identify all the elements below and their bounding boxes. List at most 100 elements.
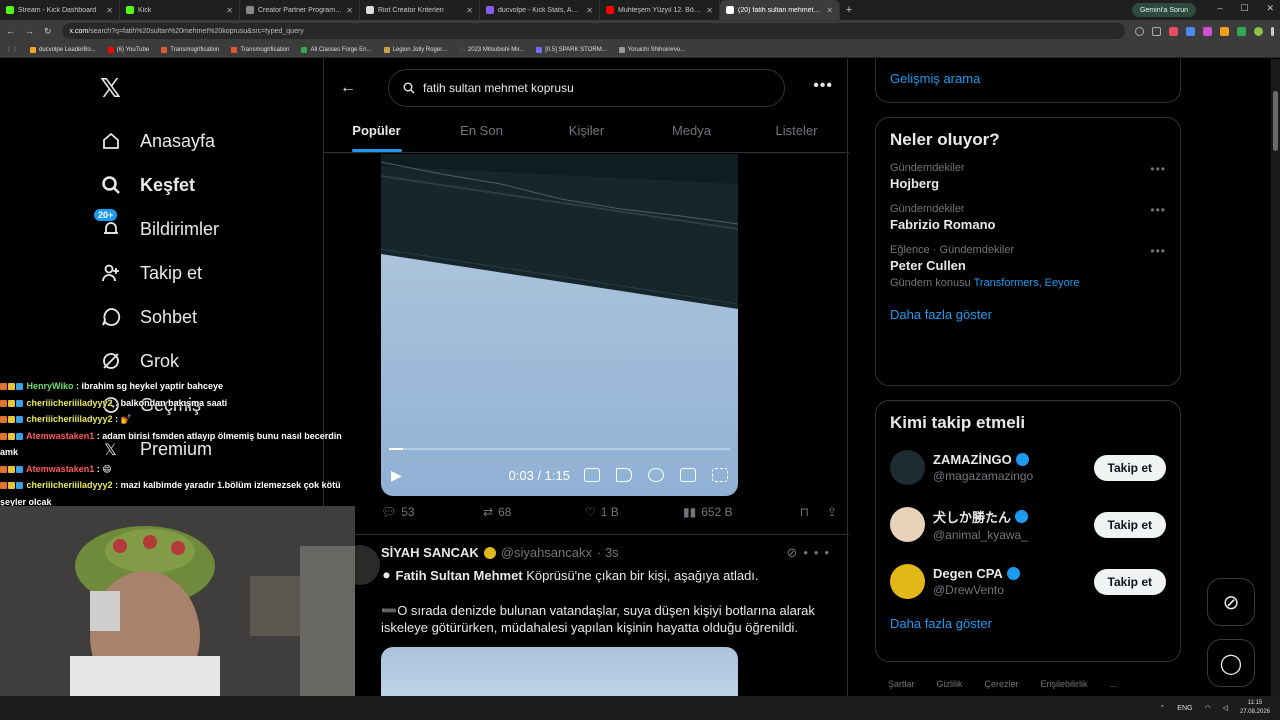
tab-close-icon[interactable]: ✕ xyxy=(106,6,113,15)
sidebar-item-search[interactable]: Keşfet xyxy=(100,163,219,207)
wifi-icon[interactable]: ◠ xyxy=(1204,704,1210,712)
profile-avatar[interactable] xyxy=(1254,26,1263,36)
sidebar-item-grok[interactable]: Grok xyxy=(100,339,219,383)
trend-sub-link[interactable]: Transformers, Eeyore xyxy=(974,277,1080,289)
avatar[interactable] xyxy=(890,564,925,599)
tweet[interactable]: SİYAH SANCAK @siyahsancakx · 3s ⊘••• ⚫ F… xyxy=(324,534,849,696)
footer-link[interactable]: Gizlilik xyxy=(937,679,963,689)
tweet-time[interactable]: · 3s xyxy=(597,545,619,560)
bookmark-item[interactable]: Legion Jolly Roger... xyxy=(383,46,447,53)
tab-4[interactable]: Listeler xyxy=(744,111,849,152)
menu-icon[interactable] xyxy=(1271,26,1274,36)
follow-name[interactable]: Degen CPA xyxy=(933,566,1094,581)
follow-button[interactable]: Takip et xyxy=(1093,568,1166,595)
volume-tray-icon[interactable]: ◁ xyxy=(1223,704,1228,712)
reply-button[interactable]: 💬︎ 53 xyxy=(381,505,483,519)
browser-tab[interactable]: Kick ✕ xyxy=(120,0,240,20)
trend-more-icon[interactable]: ••• xyxy=(1150,203,1166,217)
advanced-search-link[interactable]: Gelişmiş arama xyxy=(875,59,1181,103)
author-handle[interactable]: @siyahsancakx xyxy=(501,545,592,560)
tab-close-icon[interactable]: ✕ xyxy=(466,6,473,15)
follow-name[interactable]: ZAMAZİNGO xyxy=(933,452,1094,467)
avatar[interactable] xyxy=(890,507,925,542)
tab-3[interactable]: Medya xyxy=(639,111,744,152)
browser-tab[interactable]: Creator Partner Program - Quai ✕ xyxy=(240,0,360,20)
follow-button[interactable]: Takip et xyxy=(1093,511,1166,538)
reload-icon[interactable]: ↻ xyxy=(44,26,52,37)
fullscreen-icon[interactable] xyxy=(712,468,728,482)
sidebar-item-home[interactable]: Anasayfa xyxy=(100,119,219,163)
tab-2[interactable]: Kişiler xyxy=(534,111,639,152)
author-name[interactable]: SİYAH SANCAK xyxy=(381,545,479,560)
browser-tab[interactable]: (20) fatih sultan mehmet kopru✕ xyxy=(720,0,840,20)
play-icon[interactable]: ▶ xyxy=(391,467,402,484)
bookmark-item[interactable]: Transmogrification xyxy=(231,46,289,53)
tab-0[interactable]: Popüler xyxy=(324,111,429,152)
tab-close-icon[interactable]: ✕ xyxy=(226,6,233,15)
settings-icon[interactable] xyxy=(648,468,664,482)
retweet-button[interactable]: ⇄ 68 xyxy=(483,505,585,519)
search-input[interactable]: fatih sultan mehmet koprusu xyxy=(388,69,785,107)
sidebar-item-bell[interactable]: Bildirimler 20+ xyxy=(94,207,219,251)
captions-icon[interactable] xyxy=(584,468,600,482)
forward-icon[interactable]: → xyxy=(25,26,34,36)
follow-button[interactable]: Takip et xyxy=(1093,454,1166,481)
ext-icon[interactable] xyxy=(1220,26,1229,36)
sidebar-item-add-user[interactable]: Takip et xyxy=(100,251,219,295)
browser-tab[interactable]: Stream - Kick Dashboard ✕ xyxy=(0,0,120,20)
page-scrollbar[interactable] xyxy=(1271,59,1280,696)
browser-tab[interactable]: ducvolpe - Kick Stats, Analytic ✕ xyxy=(480,0,600,20)
x-logo[interactable]: 𝕏 xyxy=(100,73,121,104)
bookmark-item[interactable]: [0.5] SPARK STORM... xyxy=(536,46,607,53)
tab-close-icon[interactable]: ✕ xyxy=(586,6,593,15)
apps-grid-icon[interactable]: ⋮⋮ xyxy=(6,46,18,53)
ext-icon[interactable] xyxy=(1186,26,1195,36)
minimize-icon[interactable]: – xyxy=(1217,3,1222,14)
tweet-media[interactable] xyxy=(381,647,738,696)
trend-item[interactable]: Eğlence · Gündemdekiler Peter Cullen ••• Gü… xyxy=(876,238,1180,295)
ext-icon[interactable] xyxy=(1237,26,1246,36)
pip-icon[interactable] xyxy=(680,468,696,482)
maximize-icon[interactable]: ☐ xyxy=(1240,3,1248,14)
video-player[interactable]: ▶ 0:03 / 1:15 xyxy=(381,154,738,496)
zoom-icon[interactable] xyxy=(1135,26,1144,36)
avatar[interactable] xyxy=(890,450,925,485)
footer-link[interactable]: Şartlar xyxy=(888,679,915,689)
like-button[interactable]: ♡ 1 B xyxy=(585,505,683,519)
bookmark-item[interactable]: All Classes Forge En... xyxy=(301,46,372,53)
url-field[interactable]: x.com/search?q=fatih%20sultan%20mehmet%2… xyxy=(61,23,1125,39)
bookmark-item[interactable]: ducvolpe LeaderBo... xyxy=(30,46,96,53)
share-icon[interactable]: ⇪ xyxy=(827,505,837,519)
video-progress-bar[interactable] xyxy=(389,448,730,450)
back-arrow-icon[interactable]: ← xyxy=(340,79,356,97)
footer-link[interactable]: Çerezler xyxy=(985,679,1019,689)
grok-fab-button[interactable]: ⊘ xyxy=(1207,578,1255,626)
messages-fab-button[interactable]: ◯ xyxy=(1207,639,1255,687)
views-button[interactable]: ▮▮ 652 B xyxy=(683,505,793,519)
clock[interactable]: 11:15 27.08.2026 xyxy=(1240,699,1270,717)
tab-close-icon[interactable]: ✕ xyxy=(346,6,353,15)
browser-tab[interactable]: Riot Creator Kriterleri ✕ xyxy=(360,0,480,20)
who-show-more[interactable]: Daha fazla göster xyxy=(876,610,1180,645)
trend-more-icon[interactable]: ••• xyxy=(1150,162,1166,176)
back-icon[interactable]: ← xyxy=(6,26,15,36)
close-window-icon[interactable]: ✕ xyxy=(1266,3,1274,14)
new-tab-icon[interactable]: + xyxy=(840,4,858,16)
star-icon[interactable] xyxy=(1152,26,1161,36)
tab-close-icon[interactable]: ✕ xyxy=(826,6,833,15)
ext-icon[interactable] xyxy=(1169,26,1178,36)
volume-icon[interactable] xyxy=(616,468,632,482)
trend-item[interactable]: Gündemdekiler Hojberg ••• xyxy=(876,156,1180,197)
ext-icon[interactable] xyxy=(1203,26,1212,36)
follow-name[interactable]: 犬しか勝たん xyxy=(933,507,1094,526)
trend-item[interactable]: Gündemdekiler Fabrizio Romano ••• xyxy=(876,197,1180,238)
gemini-button[interactable]: Gemini'a Sorun xyxy=(1131,3,1196,17)
tray-chevron-icon[interactable]: ⌃ xyxy=(1159,704,1165,712)
footer-link[interactable]: Erişilebilirlik xyxy=(1041,679,1088,689)
browser-tab[interactable]: Muhteşem Yüzyıl 12. Bölüm (4 ✕ xyxy=(600,0,720,20)
tab-1[interactable]: En Son xyxy=(429,111,534,152)
bookmark-item[interactable]: Yoruichi Shihoin#vo... xyxy=(618,46,685,53)
trends-show-more[interactable]: Daha fazla göster xyxy=(876,295,1180,336)
more-options-icon[interactable]: ••• xyxy=(813,77,833,95)
footer-link[interactable]: ... xyxy=(1110,679,1118,689)
